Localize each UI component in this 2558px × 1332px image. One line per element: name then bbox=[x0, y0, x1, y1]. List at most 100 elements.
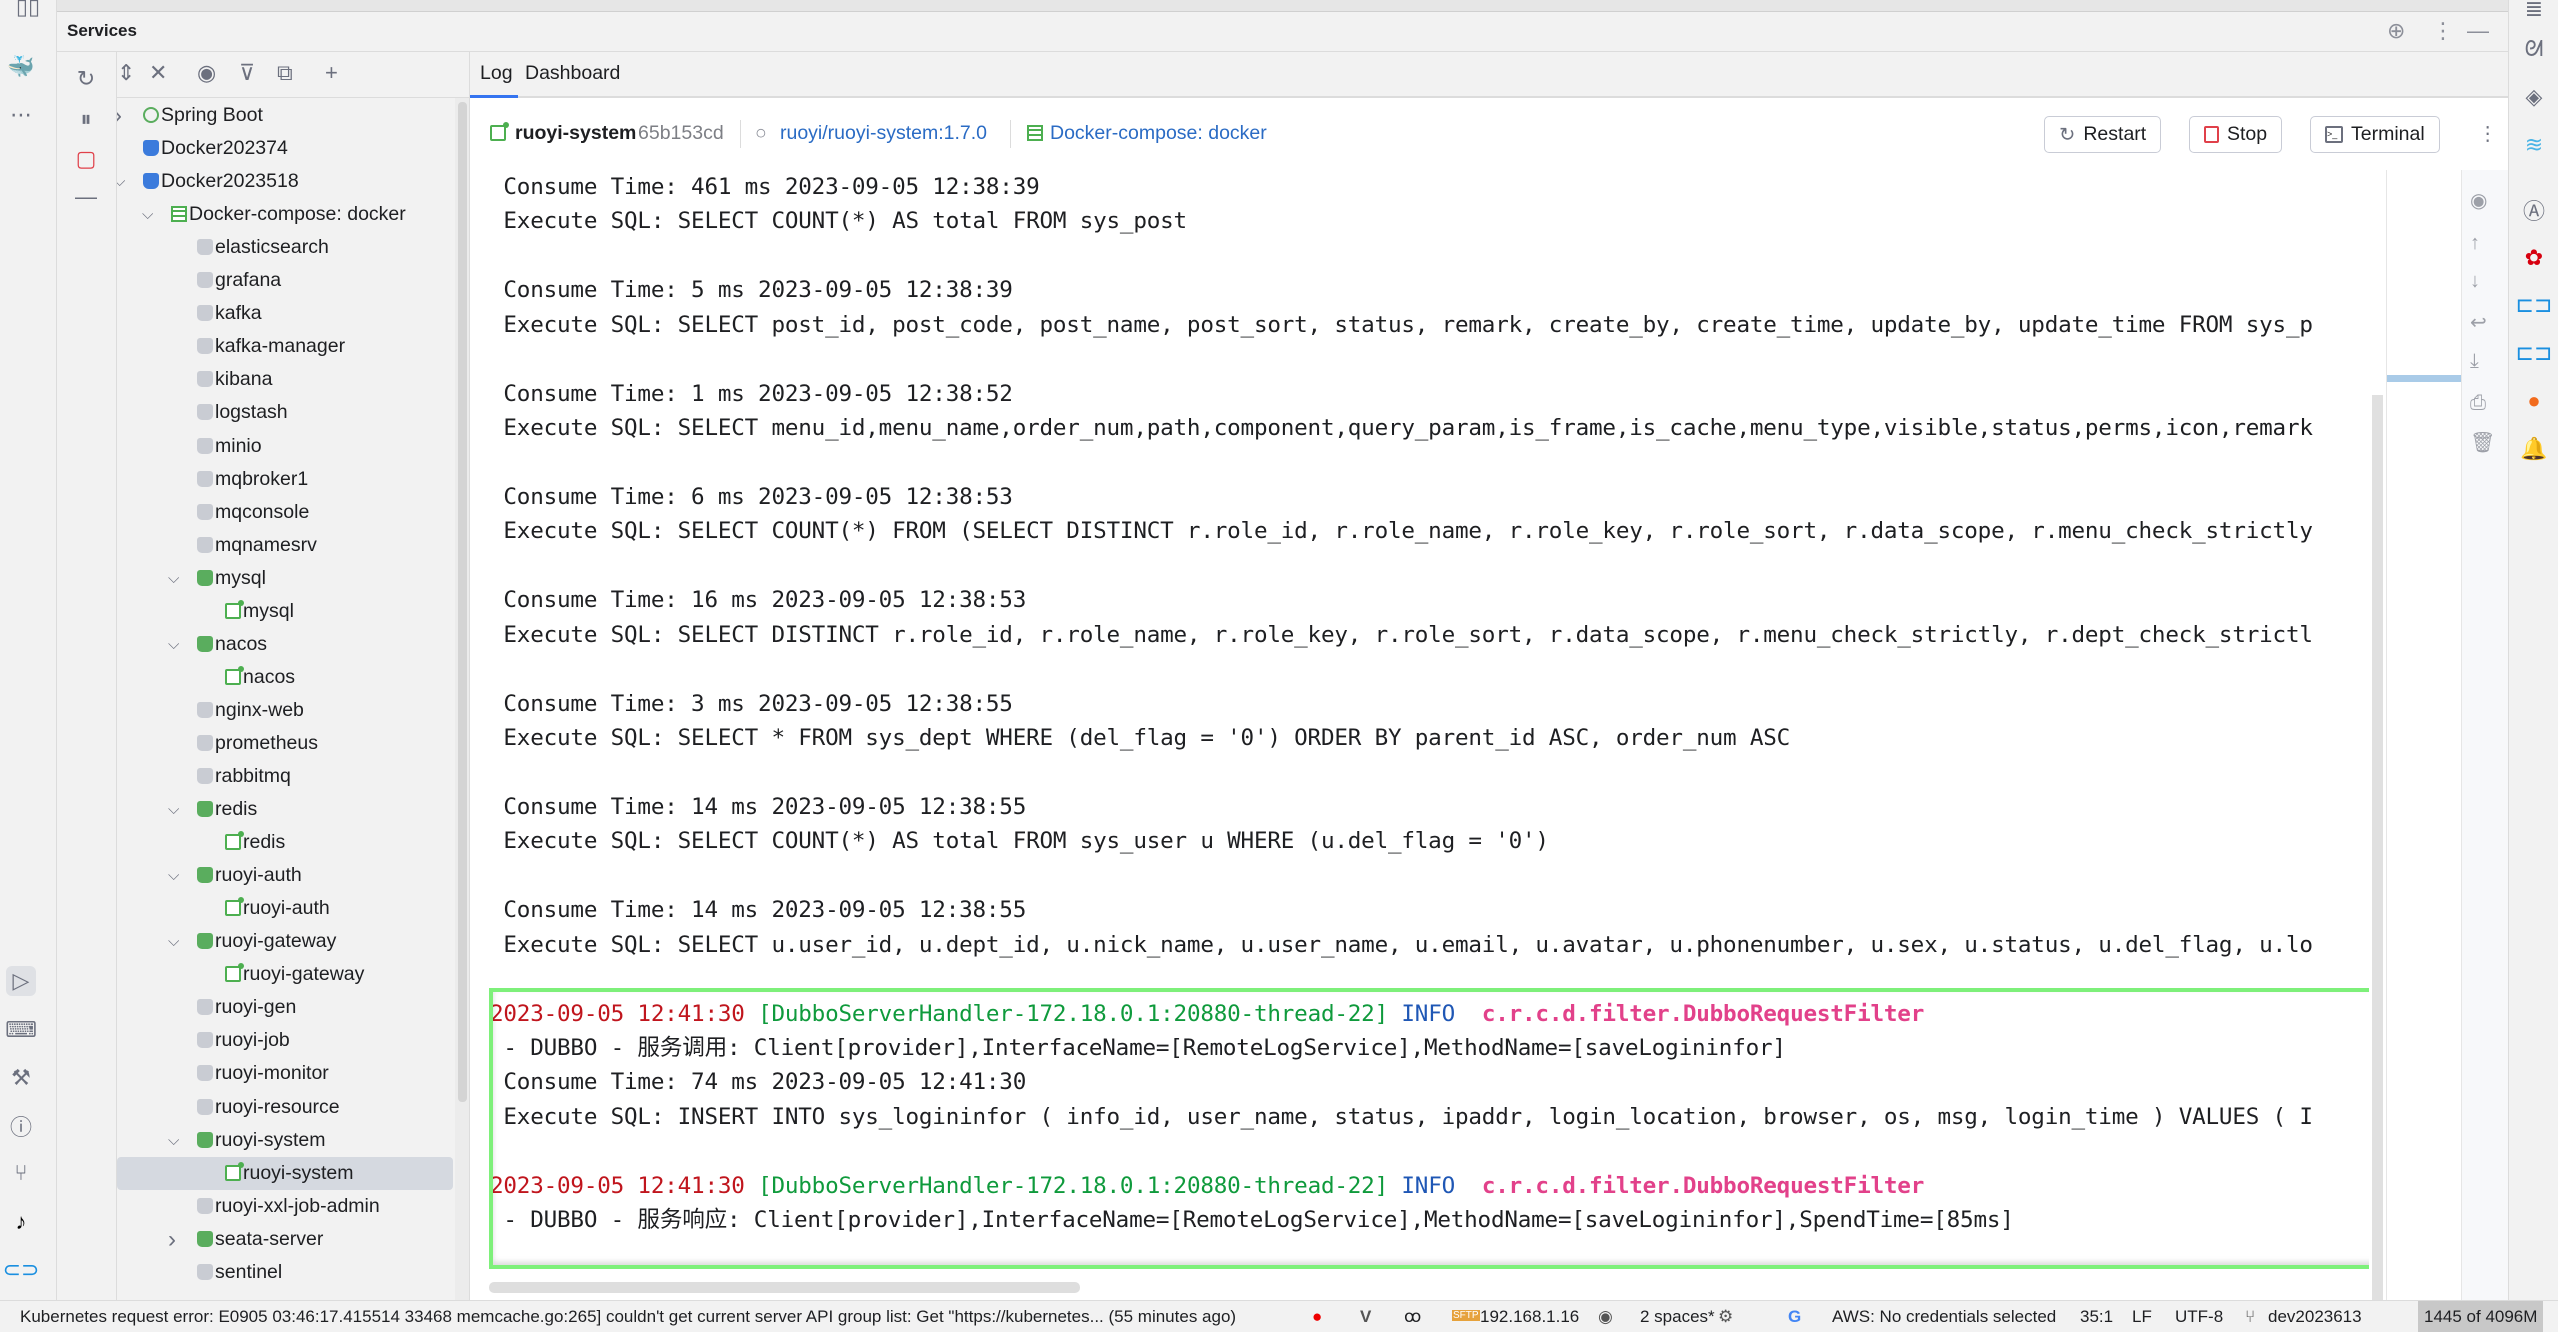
print-icon[interactable]: ⎙ bbox=[2470, 392, 2486, 415]
tree-item[interactable]: elasticsearch bbox=[117, 231, 453, 264]
tree-item[interactable]: ⌵ nacos bbox=[117, 628, 453, 661]
add-service-icon[interactable]: + bbox=[325, 60, 338, 86]
tree-item[interactable]: mqbroker1 bbox=[117, 463, 453, 496]
trash-icon[interactable]: 🗑 bbox=[2470, 430, 2495, 455]
settings-icon[interactable]: ⚙ bbox=[1718, 1307, 1733, 1327]
tree-item[interactable]: ruoyi-system bbox=[117, 1156, 453, 1190]
filter-icon[interactable]: ⊽ bbox=[239, 60, 255, 86]
tree-item[interactable]: grafana bbox=[117, 264, 453, 297]
kebab-menu-icon[interactable]: ⋮ bbox=[2478, 122, 2498, 146]
git-branch[interactable]: dev2023613 bbox=[2268, 1307, 2362, 1327]
log-vertical-scrollbar[interactable] bbox=[2369, 170, 2386, 1300]
memory-indicator[interactable]: 1445 of 4096M bbox=[2418, 1301, 2544, 1332]
tree-item[interactable]: ⌵ ruoyi-auth bbox=[117, 859, 453, 892]
tree-item[interactable]: sentinel bbox=[117, 1256, 453, 1289]
tree-item[interactable]: ruoyi-job bbox=[117, 1024, 453, 1057]
line-separator[interactable]: LF bbox=[2132, 1307, 2152, 1327]
more-icon[interactable]: ⋯ bbox=[6, 100, 36, 130]
record-icon[interactable]: ● bbox=[1312, 1307, 1322, 1327]
chevron-down-icon[interactable]: ⌵ bbox=[168, 859, 179, 892]
docker-icon[interactable]: 🐳 bbox=[6, 52, 36, 82]
build-icon[interactable]: ⚒ bbox=[6, 1063, 36, 1093]
tree-item[interactable]: ruoyi-resource bbox=[117, 1091, 453, 1124]
new-tab-icon[interactable]: ⧉ bbox=[277, 60, 293, 86]
plugin-icon[interactable]: ⊏⊐ bbox=[2516, 290, 2553, 320]
kebab-menu-icon[interactable]: ⋮ bbox=[2432, 18, 2454, 44]
git-icon[interactable]: ⑂ bbox=[6, 1158, 36, 1188]
stop-button[interactable]: Stop bbox=[2189, 116, 2283, 153]
translate-icon[interactable]: Ⓐ bbox=[2519, 195, 2549, 225]
tree-item[interactable]: ruoyi-gateway bbox=[117, 958, 453, 991]
compose-link[interactable]: Docker-compose: docker bbox=[1050, 122, 1267, 145]
tree-item[interactable]: ⌵ redis bbox=[117, 793, 453, 826]
database-blue-icon[interactable]: ≋ bbox=[2519, 130, 2549, 160]
image-link[interactable]: ruoyi/ruoyi-system:1.7.0 bbox=[780, 122, 987, 145]
tree-item[interactable]: logstash bbox=[117, 396, 453, 429]
chevron-down-icon[interactable]: ⌵ bbox=[168, 562, 179, 595]
orange-plugin-icon[interactable]: ● bbox=[2519, 386, 2549, 416]
log-horizontal-scrollbar[interactable] bbox=[489, 1282, 1080, 1293]
minimize-icon[interactable]: — bbox=[2467, 18, 2489, 44]
scroll-down-icon[interactable]: ↓ bbox=[2470, 270, 2480, 293]
tree-item[interactable]: prometheus bbox=[117, 727, 453, 760]
tree-scrollbar[interactable] bbox=[455, 98, 470, 1300]
vim-icon[interactable]: V bbox=[1360, 1307, 1371, 1327]
tree-item[interactable]: mysql bbox=[117, 595, 453, 628]
chevron-right-icon[interactable]: › bbox=[168, 1223, 176, 1256]
tree-item[interactable]: ruoyi-auth bbox=[117, 892, 453, 925]
tree-item[interactable]: › Spring Boot bbox=[117, 99, 453, 132]
plugin-icon[interactable]: ⊂⊃ bbox=[3, 1255, 40, 1285]
collapse-all-icon[interactable]: ✕ bbox=[149, 60, 167, 86]
sftp-host[interactable]: 192.168.1.16 bbox=[1480, 1307, 1579, 1327]
indent-setting[interactable]: 2 spaces* bbox=[1640, 1307, 1715, 1327]
tree-item[interactable]: mqnamesrv bbox=[117, 529, 453, 562]
aws-status[interactable]: AWS: No credentials selected bbox=[1832, 1307, 2056, 1327]
tab-log[interactable]: Log bbox=[480, 62, 513, 85]
status-message[interactable]: Kubernetes request error: E0905 03:46:17… bbox=[20, 1307, 1236, 1327]
tree-item[interactable]: › seata-server bbox=[117, 1223, 453, 1256]
tree-item[interactable]: Docker202374 bbox=[117, 132, 453, 165]
tree-item[interactable]: redis bbox=[117, 826, 453, 859]
tree-item[interactable]: nacos bbox=[117, 661, 453, 694]
chevron-down-icon[interactable]: ⌵ bbox=[117, 165, 125, 198]
refresh-icon[interactable]: ↻ bbox=[71, 64, 101, 94]
plugin-icon[interactable]: ⊏⊐ bbox=[2516, 338, 2553, 368]
crosshair-icon[interactable]: ⊕ bbox=[2387, 18, 2405, 44]
tree-item[interactable]: ⌵ Docker-compose: docker bbox=[117, 198, 453, 231]
chevron-down-icon[interactable]: ⌵ bbox=[168, 793, 179, 826]
problems-icon[interactable]: ⓘ bbox=[6, 1111, 36, 1141]
tree-item[interactable]: ⌵ ruoyi-gateway bbox=[117, 925, 453, 958]
tree-item[interactable]: kafka bbox=[117, 297, 453, 330]
tab-dashboard[interactable]: Dashboard bbox=[525, 62, 620, 85]
chevron-down-icon[interactable]: ⌵ bbox=[168, 925, 179, 958]
notifications-icon[interactable]: 🔔 bbox=[2519, 434, 2549, 464]
eye-icon[interactable]: ◉ bbox=[2470, 188, 2487, 213]
tree-item[interactable]: ⌵ ruoyi-system bbox=[117, 1124, 453, 1157]
no-sync-icon[interactable]: ꝏ bbox=[1404, 1307, 1421, 1327]
scroll-to-end-icon[interactable]: ⤓ bbox=[2470, 350, 2479, 373]
tree-item[interactable]: ruoyi-monitor bbox=[117, 1057, 453, 1090]
expand-all-icon[interactable]: ⇕ bbox=[117, 60, 135, 86]
tree-item[interactable]: minio bbox=[117, 430, 453, 463]
chevron-down-icon[interactable]: ⌵ bbox=[168, 628, 179, 661]
tree-item[interactable]: nginx-web bbox=[117, 694, 453, 727]
tree-item[interactable]: ⌵ Docker2023518 bbox=[117, 165, 453, 198]
chevron-down-icon[interactable]: ⌵ bbox=[168, 1124, 179, 1157]
chevron-down-icon[interactable]: ⌵ bbox=[142, 198, 153, 231]
stop-icon[interactable]: ▢ bbox=[71, 144, 101, 174]
tiktok-icon[interactable]: ♪ bbox=[6, 1207, 36, 1237]
file-encoding[interactable]: UTF-8 bbox=[2175, 1307, 2223, 1327]
database-icon[interactable]: ≣ bbox=[2519, 0, 2549, 24]
tree-item[interactable]: ruoyi-xxl-job-admin bbox=[117, 1190, 453, 1223]
soft-wrap-icon[interactable]: ↩ bbox=[2470, 310, 2487, 335]
terminal-icon[interactable]: ⌨ bbox=[5, 1015, 37, 1045]
scroll-up-icon[interactable]: ↑ bbox=[2470, 232, 2480, 255]
tree-item[interactable]: rabbitmq bbox=[117, 760, 453, 793]
view-options-icon[interactable]: ◉ bbox=[197, 60, 216, 86]
tree-item[interactable]: kafka-manager bbox=[117, 330, 453, 363]
diff-icon[interactable]: ◈ bbox=[2519, 82, 2549, 112]
ai-assistant-icon[interactable]: ᘛ bbox=[2519, 34, 2549, 64]
huawei-icon[interactable]: ✿ bbox=[2519, 243, 2549, 273]
google-icon[interactable]: G bbox=[1788, 1307, 1801, 1327]
tree-item[interactable]: kibana bbox=[117, 363, 453, 396]
